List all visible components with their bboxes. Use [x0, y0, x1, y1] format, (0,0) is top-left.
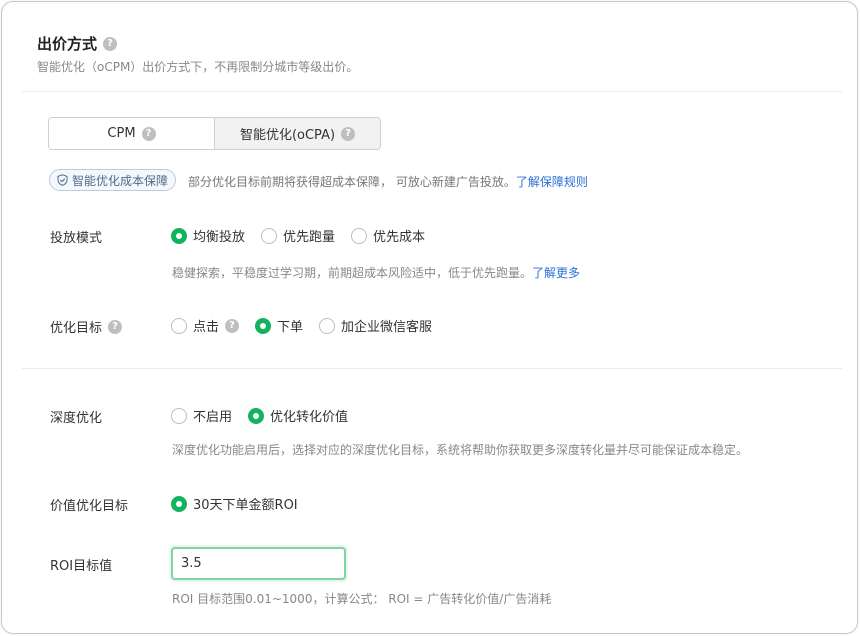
- roi-label: ROI目标值: [50, 559, 113, 574]
- divider: [22, 91, 842, 92]
- help-icon[interactable]: ?: [341, 126, 356, 141]
- help-icon[interactable]: ?: [141, 126, 156, 141]
- radio-wecom[interactable]: 加企业微信客服: [319, 316, 432, 335]
- bid-mode-segmented-control: CPM ? 智能优化(oCPA) ?: [48, 117, 381, 150]
- radio-label: 不启用: [193, 410, 233, 425]
- radio-label: 均衡投放: [193, 230, 246, 245]
- radio-disabled[interactable]: 不启用: [171, 406, 232, 425]
- radio-label: 优先跑量: [283, 230, 336, 245]
- delivery-mode-hint: 稳健探索，平稳度过学习期，前期超成本风险适中，低于优先跑量。了解更多: [172, 264, 580, 281]
- delivery-mode-hint-text: 稳健探索，平稳度过学习期，前期超成本风险适中，低于优先跑量。: [172, 266, 533, 280]
- radio-30d-order-roi[interactable]: 30天下单金额ROI: [171, 494, 298, 513]
- optimize-goal-radio-group: 点击 ? 下单 加企业微信客服: [171, 316, 448, 335]
- cost-guarantee-text: 部分优化目标前期将获得超成本保障， 可放心新建广告投放。: [188, 175, 516, 189]
- radio-order[interactable]: 下单: [255, 316, 303, 335]
- radio-unchecked-icon[interactable]: [171, 407, 187, 424]
- radio-checked-icon[interactable]: [171, 495, 187, 512]
- bid-mode-ocpa[interactable]: 智能优化(oCPA) ?: [214, 118, 380, 149]
- bid-mode-cpm[interactable]: CPM ?: [49, 118, 214, 149]
- help-icon[interactable]: ?: [225, 318, 240, 333]
- radio-checked-icon[interactable]: [248, 407, 265, 424]
- radio-unchecked-icon[interactable]: [351, 227, 368, 244]
- roi-hint: ROI 目标范围0.01~1000，计算公式： ROI = 广告转化价值/广告消…: [172, 592, 552, 606]
- section-subtitle: 智能优化（oCPM）出价方式下，不再限制分城市等级出价。: [37, 60, 359, 74]
- value-goal-radio-group: 30天下单金额ROI: [171, 494, 314, 513]
- learn-more-link[interactable]: 了解更多: [532, 266, 580, 280]
- radio-volume-first[interactable]: 优先跑量: [261, 226, 335, 245]
- deep-optimize-radio-group: 不启用 优化转化价值: [171, 406, 364, 425]
- radio-click[interactable]: 点击 ?: [171, 316, 240, 335]
- cost-guarantee-tag-label: 智能优化成本保障: [72, 173, 169, 188]
- section-title-text: 出价方式: [37, 35, 98, 53]
- cost-guarantee-desc: 部分优化目标前期将获得超成本保障， 可放心新建广告投放。了解保障规则: [188, 173, 588, 190]
- radio-label: 优化转化价值: [270, 410, 349, 425]
- value-goal-label: 价值优化目标: [50, 499, 129, 514]
- section-title: 出价方式 ?: [37, 33, 118, 54]
- radio-label: 优先成本: [373, 230, 426, 245]
- divider: [22, 368, 842, 369]
- radio-label: 加企业微信客服: [341, 320, 433, 335]
- help-icon[interactable]: ?: [103, 36, 118, 51]
- deep-optimize-hint: 深度优化功能启用后，选择对应的深度优化目标，系统将帮助你获取更多深度转化量并尽可…: [172, 443, 749, 457]
- bid-settings-card: 出价方式 ? 智能优化（oCPM）出价方式下，不再限制分城市等级出价。 CPM …: [1, 1, 858, 634]
- shield-check-icon: [57, 174, 68, 186]
- radio-balanced[interactable]: 均衡投放: [171, 226, 245, 245]
- radio-unchecked-icon[interactable]: [319, 317, 336, 334]
- radio-optimize-value[interactable]: 优化转化价值: [248, 406, 348, 425]
- cost-guarantee-tag: 智能优化成本保障: [49, 169, 177, 191]
- radio-cost-first[interactable]: 优先成本: [351, 226, 425, 245]
- radio-label: 下单: [277, 320, 304, 335]
- optimize-goal-label: 优化目标 ?: [50, 317, 123, 336]
- optimize-goal-label-text: 优化目标: [50, 321, 103, 336]
- deep-optimize-label: 深度优化: [50, 411, 103, 426]
- radio-unchecked-icon[interactable]: [261, 227, 278, 244]
- radio-checked-icon[interactable]: [255, 317, 272, 334]
- roi-target-input[interactable]: [171, 547, 346, 580]
- radio-label: 点击: [193, 320, 220, 335]
- help-icon[interactable]: ?: [108, 319, 123, 334]
- radio-label: 30天下单金额ROI: [193, 498, 298, 513]
- bid-mode-cpm-label: CPM: [107, 126, 136, 141]
- bid-mode-ocpa-label: 智能优化(oCPA): [239, 128, 336, 143]
- delivery-mode-label: 投放模式: [50, 231, 103, 246]
- radio-unchecked-icon[interactable]: [171, 317, 187, 334]
- radio-checked-icon[interactable]: [171, 227, 187, 244]
- guarantee-rules-link[interactable]: 了解保障规则: [516, 175, 588, 189]
- delivery-mode-radio-group: 均衡投放 优先跑量 优先成本: [171, 226, 441, 245]
